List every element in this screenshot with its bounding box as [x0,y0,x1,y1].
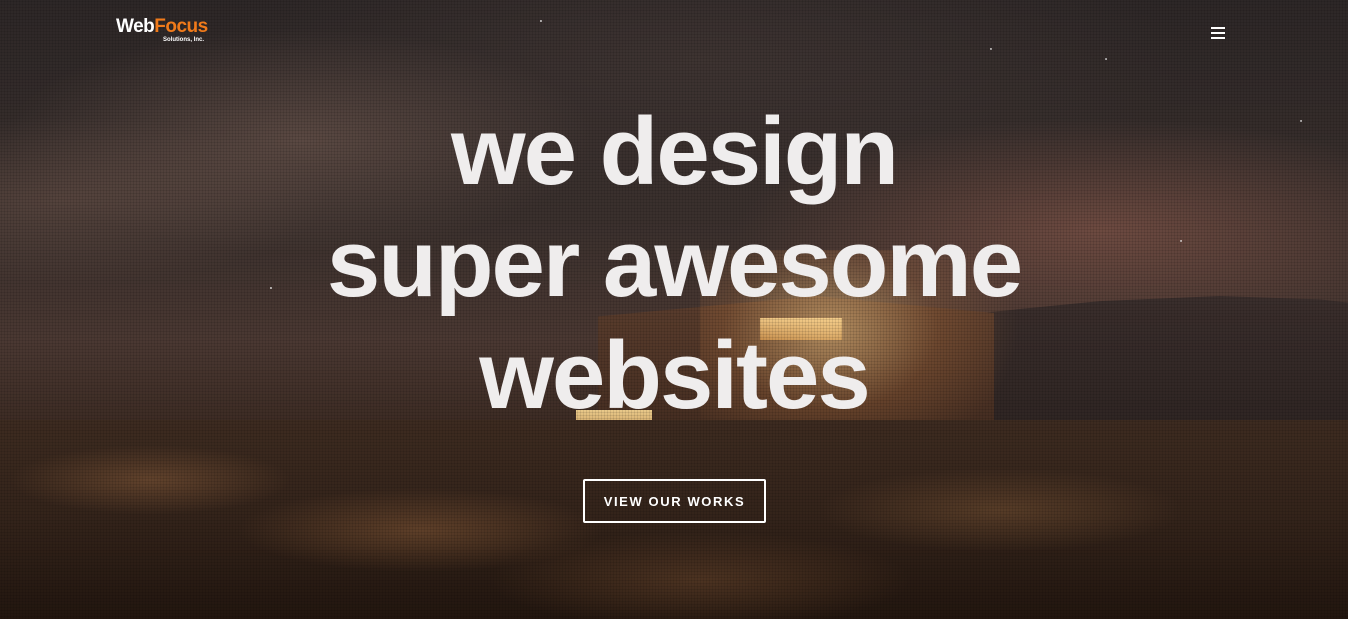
hero-headline: we design super awesome websites [0,96,1348,432]
menu-bar [1211,37,1225,39]
menu-bar [1211,32,1225,34]
logo[interactable]: WebFocus Solutions, Inc. [116,16,216,48]
headline-line-3: websites [479,322,871,429]
headline-line-2: super awesome [326,210,1023,317]
hero-section: WebFocus Solutions, Inc. we design super… [0,0,1348,619]
hamburger-menu-icon[interactable] [1211,27,1225,39]
headline-line-1: we design [450,98,899,205]
menu-bar [1211,27,1225,29]
view-our-works-button[interactable]: VIEW OUR WORKS [583,479,766,523]
logo-wordmark: WebFocus [116,16,208,38]
logo-word-focus: Focus [154,16,208,37]
logo-subtitle: Solutions, Inc. [163,37,205,43]
logo-word-web: Web [116,16,155,37]
